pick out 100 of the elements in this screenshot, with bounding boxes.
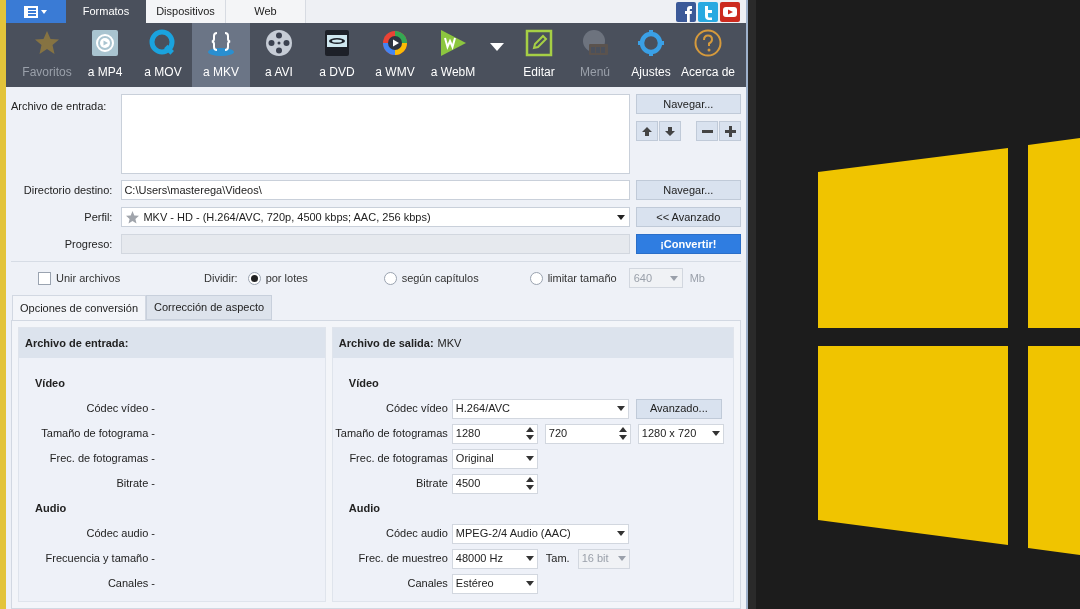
spin-field[interactable]: 1280: [451, 423, 538, 444]
field-label: Tam.: [544, 551, 571, 567]
caret-icon: [525, 456, 534, 461]
info-text: Canales -: [107, 576, 155, 592]
field-label: Progreso:: [63, 236, 114, 252]
format-label: MKV: [437, 335, 462, 351]
plus-icon: [724, 125, 736, 137]
info-text: Tamaño de fotograma -: [41, 426, 155, 442]
checkbox[interactable]: [38, 271, 51, 285]
checkbox-label: Unir archivos: [56, 270, 121, 286]
toolbar-button[interactable]: a WebM: [424, 23, 482, 87]
caret-icon: [525, 556, 534, 561]
radio-label: según capítulos: [401, 270, 479, 286]
toolbar-button[interactable]: a MOV: [134, 23, 192, 87]
toolbar-button[interactable]: a MP4: [76, 23, 134, 87]
help-icon: [694, 29, 722, 57]
tab[interactable]: Dispositivos: [146, 0, 226, 23]
caret-icon: [669, 275, 678, 281]
field-label: Frec. de muestreo: [358, 551, 448, 567]
braces-icon: [207, 29, 235, 57]
settings-icon: [637, 29, 665, 57]
caret-icon: [616, 531, 625, 536]
panel-title: Archivo de entrada:: [25, 335, 129, 351]
unit-label: Mb: [689, 270, 705, 286]
radio-button[interactable]: [529, 271, 543, 285]
field-label: Bitrate: [416, 476, 448, 492]
dropdown[interactable]: Original: [451, 448, 538, 469]
quicktime-icon: [149, 29, 177, 57]
spin-field[interactable]: 4500: [451, 473, 538, 494]
caret-icon: [617, 556, 626, 561]
move-up-button[interactable]: [635, 121, 658, 141]
spin-arrows-icon: [525, 477, 534, 490]
section-title: Audio: [34, 501, 68, 516]
move-down-button[interactable]: [658, 121, 681, 141]
toolbar-button[interactable]: a WMV: [366, 23, 424, 87]
arrow-up-icon: [641, 126, 652, 136]
dropdown[interactable]: MPEG-2/4 Audio (AAC): [451, 523, 629, 544]
field-label: Códec vídeo: [386, 401, 448, 417]
play-arrow-icon: [439, 29, 467, 57]
toolbar-button[interactable]: Ajustes: [623, 23, 679, 87]
app-menu-button[interactable]: [6, 0, 66, 23]
toolbar-button[interactable]: Editar: [511, 23, 567, 87]
spin-arrows-icon: [525, 427, 534, 440]
dropdown[interactable]: Estéreo: [451, 573, 538, 594]
arrow-down-icon: [664, 126, 675, 136]
info-text: Códec vídeo -: [86, 401, 155, 417]
info-text: Frec. de fotogramas -: [49, 451, 155, 467]
toolbar-button[interactable]: a MKV: [192, 23, 250, 87]
film-reel-icon: [265, 29, 293, 57]
radio-button[interactable]: [383, 271, 397, 285]
add-button[interactable]: [719, 121, 741, 141]
dropdown[interactable]: H.264/AVC: [451, 398, 629, 419]
play-tile-icon: [91, 29, 119, 57]
section-title: Audio: [347, 501, 381, 516]
field-label: Directorio destino:: [22, 182, 114, 198]
section-title: Vídeo: [347, 376, 380, 391]
tab[interactable]: Web: [226, 0, 306, 23]
caret-icon: [711, 431, 720, 436]
info-text: Códec audio -: [86, 526, 155, 542]
input-file-list[interactable]: [121, 94, 630, 174]
field-label: Tamaño de fotogramas: [335, 426, 448, 442]
menu-icon: [24, 5, 48, 18]
disc-case-icon: [323, 29, 351, 57]
browse-button[interactable]: Navegar...: [635, 94, 741, 114]
disc-box-icon: [581, 29, 609, 57]
tab[interactable]: Corrección de aspecto: [146, 295, 273, 320]
toolbar-button[interactable]: a AVI: [250, 23, 308, 87]
dropdown[interactable]: 48000 Hz: [451, 548, 538, 569]
info-text: Frecuencia y tamaño -: [45, 551, 155, 567]
field-label: Perfil:: [83, 209, 114, 225]
dropdown[interactable]: 1280 x 720: [637, 423, 724, 444]
facebook-icon[interactable]: [676, 1, 696, 22]
advanced-button[interactable]: << Avanzado: [635, 207, 741, 227]
pencil-icon: [525, 29, 553, 57]
field-label: Códec audio: [386, 526, 448, 542]
toolbar-button[interactable]: a DVD: [308, 23, 366, 87]
profile-dropdown[interactable]: MKV - HD - (H.264/AVC, 720p, 4500 kbps; AAC, 256 kbps): [121, 207, 630, 227]
field-label: Archivo de entrada:: [11, 99, 108, 114]
field-label: Frec. de fotogramas: [349, 451, 448, 467]
caret-icon: [525, 581, 534, 586]
youtube-icon[interactable]: [720, 1, 740, 22]
convert-button[interactable]: ¡Convertir!: [635, 234, 741, 254]
tab[interactable]: Formatos: [66, 0, 146, 23]
tab[interactable]: Opciones de conversión: [12, 295, 146, 320]
spin-field[interactable]: 720: [544, 423, 631, 444]
remove-button[interactable]: [696, 121, 718, 141]
caret-icon: [489, 43, 504, 51]
radio-button[interactable]: [247, 271, 261, 285]
section-title: Vídeo: [34, 376, 66, 391]
radio-label: limitar tamaño: [547, 270, 617, 286]
toolbar-button[interactable]: Acerca de: [679, 23, 737, 87]
star-icon: [126, 210, 140, 224]
output-folder-field[interactable]: C:\Users\masterega\Videos\: [121, 180, 630, 200]
caret-icon: [616, 214, 625, 220]
caret-icon: [616, 406, 625, 411]
advanced-button[interactable]: Avanzado...: [635, 398, 722, 419]
minus-icon: [701, 129, 713, 133]
browse-button[interactable]: Navegar...: [635, 180, 741, 200]
field-label: Dividir:: [204, 270, 238, 286]
info-text: Bitrate -: [116, 476, 155, 492]
